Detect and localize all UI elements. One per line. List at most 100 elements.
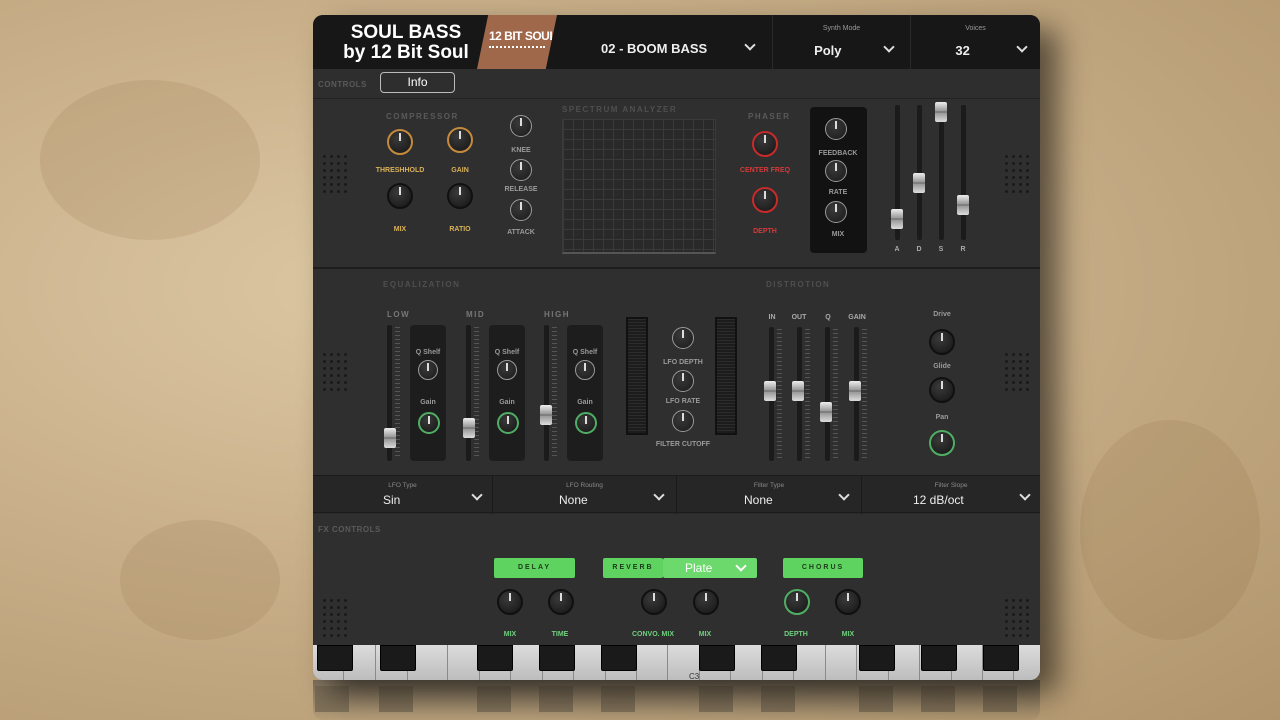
attack-knob[interactable] <box>510 199 532 221</box>
lfo-routing-selector[interactable]: LFO Routing None <box>493 476 677 514</box>
piano-white-key[interactable] <box>448 645 480 680</box>
drive-knob[interactable] <box>929 329 955 355</box>
speaker-grille <box>321 597 349 637</box>
feedback-knob[interactable] <box>825 118 847 140</box>
piano-keyboard[interactable]: C3 <box>313 645 1040 680</box>
dist-q-label: Q <box>825 314 831 321</box>
level-meter-right <box>715 317 737 435</box>
phaser-mix-knob[interactable] <box>825 201 847 223</box>
eq-low-q-knob[interactable] <box>418 360 438 380</box>
lfo-depth-knob[interactable] <box>672 327 694 349</box>
dist-in-ticks <box>777 329 782 459</box>
delay-mix-knob[interactable] <box>497 589 523 615</box>
attack-slider-handle[interactable] <box>891 209 903 229</box>
piano-black-key[interactable] <box>699 645 735 671</box>
spectrum-analyzer-display <box>562 119 716 254</box>
knee-knob[interactable] <box>510 115 532 137</box>
filter-type-selector[interactable]: Filter Type None <box>677 476 862 514</box>
center-freq-knob[interactable] <box>752 131 778 157</box>
reverb-toggle-button[interactable]: REVERB <box>603 558 663 578</box>
voices-selector[interactable]: Voices 32 <box>911 15 1040 69</box>
phaser-depth-knob[interactable] <box>752 187 778 213</box>
eq-mid-ticks <box>474 327 479 459</box>
eq-high-gain-knob[interactable] <box>575 412 597 434</box>
chorus-toggle-button[interactable]: CHORUS <box>783 558 863 578</box>
chorus-depth-knob[interactable] <box>784 589 810 615</box>
sustain-slider-handle[interactable] <box>935 102 947 122</box>
eq-mid-gain-knob[interactable] <box>497 412 519 434</box>
eq-high-q-knob[interactable] <box>575 360 595 380</box>
release-knob[interactable] <box>510 159 532 181</box>
info-button[interactable]: Info <box>380 72 455 93</box>
piano-black-key[interactable] <box>761 645 797 671</box>
eq-mid-slider-track[interactable] <box>466 325 471 461</box>
piano-white-key[interactable] <box>794 645 826 680</box>
paper-stain <box>40 80 260 240</box>
filter-cutoff-knob[interactable] <box>672 410 694 432</box>
piano-black-key[interactable] <box>859 645 895 671</box>
piano-black-key[interactable] <box>921 645 957 671</box>
sustain-slider-track[interactable] <box>939 105 944 240</box>
glide-label: Glide <box>933 363 951 370</box>
synth-mode-value: Poly <box>814 43 842 58</box>
release-slider-track[interactable] <box>961 105 966 240</box>
speaker-grille <box>1003 597 1031 637</box>
piano-black-key[interactable] <box>317 645 353 671</box>
eq-low-panel <box>410 325 446 461</box>
piano-black-key[interactable] <box>380 645 416 671</box>
lfo-routing-value: None <box>559 493 588 507</box>
decay-slider-handle[interactable] <box>913 173 925 193</box>
gain-knob[interactable] <box>447 127 473 153</box>
dist-out-slider-handle[interactable] <box>792 381 804 401</box>
dist-q-ticks <box>833 329 838 459</box>
glide-knob[interactable] <box>929 377 955 403</box>
lfo-type-selector[interactable]: LFO Type Sin <box>313 476 493 514</box>
threshold-knob[interactable] <box>387 129 413 155</box>
dist-in-slider-handle[interactable] <box>764 381 776 401</box>
eq-low-gain-knob[interactable] <box>418 412 440 434</box>
piano-black-key[interactable] <box>539 645 575 671</box>
filter-slope-selector[interactable]: Filter Slope 12 dB/oct <box>862 476 1040 514</box>
dist-q-slider-handle[interactable] <box>820 402 832 422</box>
filter-slope-label: Filter Slope <box>934 482 968 489</box>
convo-mix-knob[interactable] <box>641 589 667 615</box>
dist-q-slider-track[interactable] <box>825 327 830 461</box>
eq-high-gain-label: Gain <box>577 399 593 406</box>
ratio-label: RATIO <box>449 226 471 233</box>
eq-mid-q-knob[interactable] <box>497 360 517 380</box>
pan-knob[interactable] <box>929 430 955 456</box>
eq-mid-slider-handle[interactable] <box>463 418 475 438</box>
adsr-label-d: D <box>916 246 922 253</box>
preset-selector[interactable]: 02 - BOOM BASS <box>563 15 773 69</box>
lfo-rate-knob[interactable] <box>672 370 694 392</box>
eq-high-panel <box>567 325 603 461</box>
drive-label: Drive <box>933 311 951 318</box>
piano-black-key[interactable] <box>983 645 1019 671</box>
phaser-rate-knob[interactable] <box>825 160 847 182</box>
eq-high-label: HIGH <box>544 310 570 319</box>
dist-gain-slider-handle[interactable] <box>849 381 861 401</box>
ratio-knob[interactable] <box>447 183 473 209</box>
c3-key-marker: C3 <box>689 672 700 680</box>
reverb-mix-knob[interactable] <box>693 589 719 615</box>
piano-white-key[interactable] <box>731 645 763 680</box>
piano-white-key[interactable] <box>637 645 668 680</box>
piano-black-key[interactable] <box>477 645 513 671</box>
eq-low-slider-handle[interactable] <box>384 428 396 448</box>
phaser-mix-label: MIX <box>831 231 845 238</box>
delay-time-knob[interactable] <box>548 589 574 615</box>
piano-black-key[interactable] <box>601 645 637 671</box>
delay-time-label: TIME <box>551 631 569 638</box>
paper-stain <box>120 520 280 640</box>
soul-bass-plugin-window: SOUL BASS by 12 Bit Soul 12 BIT SOUL 02 … <box>313 15 1040 680</box>
speaker-grille <box>1003 153 1031 193</box>
release-slider-handle[interactable] <box>957 195 969 215</box>
synth-mode-selector[interactable]: Synth Mode Poly <box>773 15 911 69</box>
chorus-mix-knob[interactable] <box>835 589 861 615</box>
reverb-type-dropdown[interactable]: Plate <box>663 558 757 578</box>
delay-toggle-button[interactable]: DELAY <box>494 558 575 578</box>
comp-mix-knob[interactable] <box>387 183 413 209</box>
eq-high-slider-track[interactable] <box>544 325 549 461</box>
piano-white-key[interactable] <box>826 645 857 680</box>
eq-high-slider-handle[interactable] <box>540 405 552 425</box>
